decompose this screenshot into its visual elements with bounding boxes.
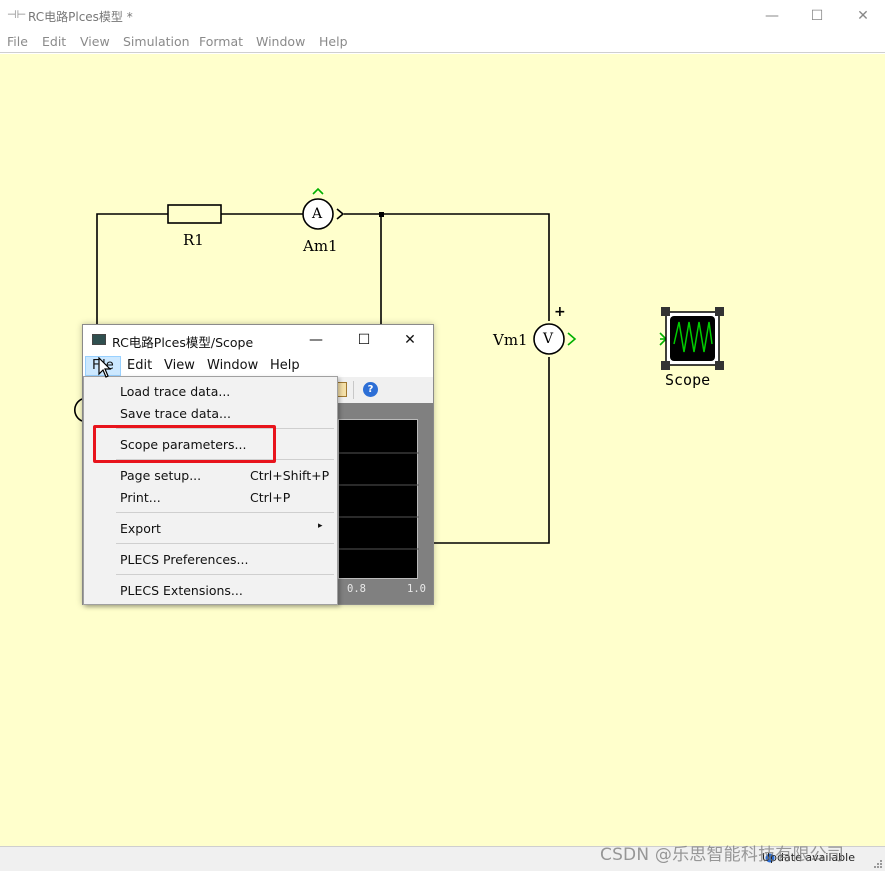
- menu-window[interactable]: Window: [256, 34, 305, 49]
- menu-format[interactable]: Format: [199, 34, 243, 49]
- voltmeter-symbol: V: [543, 331, 554, 347]
- minimize-icon: —: [765, 7, 779, 24]
- scope-close-button[interactable]: ✕: [387, 325, 433, 355]
- minimize-button[interactable]: —: [749, 0, 795, 31]
- maximize-button[interactable]: ☐: [794, 0, 840, 31]
- menu-help[interactable]: Help: [319, 34, 348, 49]
- voltmeter-port-icon: [567, 332, 577, 346]
- x-tick-label: 1.0: [407, 583, 426, 595]
- scope-window-icon: [92, 334, 106, 345]
- file-dropdown-menu: Load trace data... Save trace data... Sc…: [83, 376, 338, 605]
- menu-item-label: Export: [120, 521, 161, 536]
- menu-separator: [116, 543, 334, 544]
- wire-top-right: [344, 213, 550, 321]
- menu-item-shortcut: Ctrl+Shift+P: [250, 468, 330, 483]
- source-partial: [74, 398, 83, 422]
- scope-menu-help[interactable]: Help: [270, 358, 300, 373]
- submenu-arrow-icon: ▸: [318, 521, 323, 531]
- resistor-r1: [167, 204, 222, 224]
- voltmeter-plus: +: [554, 304, 566, 320]
- ammeter-symbol: A: [312, 206, 323, 222]
- menu-item-label: PLECS Preferences...: [120, 552, 249, 567]
- close-icon: ✕: [857, 7, 869, 24]
- scope-menu-view[interactable]: View: [164, 358, 195, 373]
- main-titlebar: ⊣⊢ RC电路Plces模型 * — ☐ ✕: [0, 0, 885, 31]
- scope-menu-window[interactable]: Window: [207, 358, 258, 373]
- plecs-app-icon: ⊣⊢: [7, 8, 27, 21]
- scope-handle: [661, 361, 670, 370]
- menu-item-label: Load trace data...: [120, 384, 231, 399]
- close-icon: ✕: [404, 332, 416, 348]
- scope-window-title: RC电路Plces模型/Scope: [112, 335, 254, 350]
- ammeter-arrow-icon: [336, 208, 345, 220]
- mouse-cursor-icon: [98, 357, 112, 378]
- menu-view[interactable]: View: [80, 34, 110, 49]
- menu-item-label: Page setup...: [120, 468, 202, 483]
- scope-handle: [661, 307, 670, 316]
- close-button[interactable]: ✕: [840, 0, 885, 31]
- plot-grid: [339, 452, 419, 550]
- menu-item-load-trace-data[interactable]: Load trace data...: [85, 380, 336, 402]
- ammeter-port-icon: [312, 187, 324, 195]
- menu-item-plecs-extensions[interactable]: PLECS Extensions...: [85, 579, 336, 601]
- scope-minimize-button[interactable]: —: [293, 325, 339, 355]
- junction-dot: [379, 212, 384, 217]
- scope-menubar: File Edit View Window Help: [83, 355, 433, 377]
- wire-vm-bottom: [434, 357, 550, 544]
- menu-item-label: Print...: [120, 490, 161, 505]
- menu-item-save-trace-data[interactable]: Save trace data...: [85, 402, 336, 424]
- menu-separator: [116, 574, 334, 575]
- menu-separator: [116, 512, 334, 513]
- scope-titlebar[interactable]: RC电路Plces模型/Scope — ☐ ✕: [83, 325, 433, 355]
- scope-plot[interactable]: [338, 419, 419, 579]
- main-window-title: RC电路Plces模型 *: [28, 10, 133, 24]
- label-scope: Scope: [665, 371, 711, 389]
- scope-handle: [715, 307, 724, 316]
- resize-grip-icon[interactable]: [873, 859, 883, 869]
- menu-item-export[interactable]: Export ▸: [85, 517, 336, 539]
- x-tick-label: 0.8: [347, 583, 366, 595]
- scope-menu-edit[interactable]: Edit: [127, 358, 152, 373]
- scope-handle: [715, 361, 724, 370]
- menu-item-plecs-preferences[interactable]: PLECS Preferences...: [85, 548, 336, 570]
- toolbar-help-icon[interactable]: ?: [363, 382, 378, 397]
- menu-simulation[interactable]: Simulation: [123, 34, 190, 49]
- main-menubar: File Edit View Simulation Format Window …: [0, 31, 885, 53]
- menu-item-label: PLECS Extensions...: [120, 583, 243, 598]
- maximize-icon: ☐: [357, 332, 371, 348]
- label-am1: Am1: [303, 237, 338, 255]
- menu-item-label: Save trace data...: [120, 406, 231, 421]
- highlight-annotation-box: [93, 425, 276, 463]
- toolbar-separator: [353, 381, 354, 399]
- minimize-icon: —: [309, 332, 323, 348]
- scope-maximize-button[interactable]: ☐: [341, 325, 387, 355]
- watermark-text: CSDN @乐思智能科技有限公司: [600, 845, 845, 865]
- label-r1: R1: [183, 231, 204, 249]
- menu-item-shortcut: Ctrl+P: [250, 490, 291, 505]
- menu-edit[interactable]: Edit: [42, 34, 66, 49]
- label-vm1: Vm1: [493, 331, 528, 349]
- menu-item-print[interactable]: Print... Ctrl+P: [85, 486, 336, 508]
- maximize-icon: ☐: [810, 7, 824, 24]
- menu-item-page-setup[interactable]: Page setup... Ctrl+Shift+P: [85, 464, 336, 486]
- menu-file[interactable]: File: [7, 34, 28, 49]
